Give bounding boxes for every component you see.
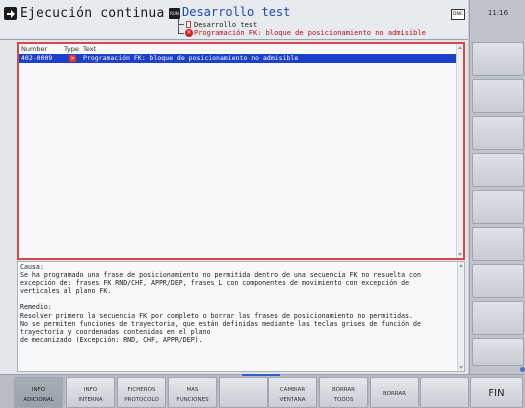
borrar-todos-softkey[interactable]: BORRAR TODOS — [319, 377, 368, 408]
detail-line: excepción de: frases FK RND/CHF, APPR/DE… — [20, 279, 410, 288]
softkey-label: BORRAR — [331, 387, 355, 393]
info-interna-softkey[interactable]: INFO INTERNA — [66, 377, 115, 408]
error-detail: Causa: Se ha programado una frase de pos… — [17, 261, 465, 372]
detail-line: No se permiten funciones de trayectoria,… — [20, 319, 421, 328]
cambiar-ventana-softkey[interactable]: CAMBIAR VENTANA — [268, 377, 317, 408]
scroll-up-icon[interactable] — [459, 264, 463, 267]
vertical-softkey-bar — [469, 40, 525, 374]
vertical-softkey-6[interactable] — [472, 227, 524, 261]
screen: Ejecución continua RUN Desarrollo test D… — [0, 0, 525, 408]
vertical-softkey-8[interactable] — [472, 301, 524, 335]
info-adicional-softkey[interactable]: INFO ADICIONAL — [14, 377, 63, 408]
softkey-label: CAMBIAR — [279, 387, 306, 393]
detail-line — [20, 295, 456, 303]
detail-line: de mecanizado (Excepción: RND, CHF, APPR… — [20, 335, 203, 344]
detail-line: Causa: — [20, 263, 44, 271]
column-number[interactable]: Number — [21, 45, 47, 53]
fin-softkey[interactable]: FIN — [470, 377, 523, 408]
clock-panel: 11:16 — [469, 0, 525, 40]
mode-title: Ejecución continua — [20, 6, 165, 21]
mas-funciones-softkey[interactable]: MAS FUNCIONES — [168, 377, 217, 408]
empty-softkey[interactable] — [420, 377, 469, 408]
ficheros-protocolo-softkey[interactable]: FICHEROS PROTOCOLO — [117, 377, 166, 408]
error-list[interactable]: Number Type Text 402-0009 × Programación… — [17, 42, 465, 260]
detail-line: verticales al plano FK. — [20, 287, 112, 296]
run-mode-icon — [4, 7, 17, 20]
softkey-label: PROTOCOLO — [124, 397, 159, 403]
breadcrumb-program: Desarrollo test — [194, 21, 258, 29]
vertical-softkey-9[interactable] — [472, 338, 524, 366]
document-icon — [186, 21, 191, 28]
error-text: Programación FK: bloque de posicionamien… — [83, 54, 299, 62]
softkey-label: TODOS — [333, 397, 354, 403]
softkey-label: FICHEROS — [127, 387, 156, 393]
vertical-softkey-3[interactable] — [472, 116, 524, 150]
empty-softkey[interactable] — [219, 377, 268, 408]
vertical-softkey-5[interactable] — [472, 190, 524, 224]
dnc-icon: DNC — [451, 9, 465, 20]
detail-line: trayectoria y coordenadas contenidas en … — [20, 327, 211, 336]
softkey-bar: INFO ADICIONAL INFO INTERNA FICHEROS PRO… — [0, 374, 525, 408]
list-header: Number Type Text — [19, 44, 455, 53]
vertical-softkey-2[interactable] — [472, 79, 524, 113]
softkey-label: FUNCIONES — [176, 397, 209, 403]
softkey-label: MAS — [186, 387, 199, 393]
list-scrollbar[interactable] — [456, 44, 463, 258]
vertical-softkey-4[interactable] — [472, 153, 524, 187]
softkey-page-indicator — [242, 374, 280, 376]
clock-time: 11:16 — [487, 9, 509, 17]
detail-line: Remedio: — [20, 303, 52, 312]
vertical-softkey-1[interactable] — [472, 42, 524, 76]
scroll-down-icon[interactable] — [459, 366, 463, 369]
page-indicator-icon — [520, 367, 525, 372]
softkey-label: VENTANA — [279, 397, 306, 403]
softkey-label: INTERNA — [78, 397, 103, 403]
header-bar: Ejecución continua RUN Desarrollo test D… — [0, 0, 468, 40]
tree-connector-icon — [178, 25, 184, 34]
softkey-label: BORRAR — [382, 391, 406, 397]
detail-line: Resolver primero la secuencia FK por com… — [20, 311, 414, 320]
column-type[interactable]: Type — [64, 45, 79, 53]
vertical-softkey-7[interactable] — [472, 264, 524, 298]
breadcrumb-error: Programación FK: bloque de posicionamien… — [194, 29, 426, 37]
softkey-label: INFO — [31, 387, 46, 393]
detail-scrollbar[interactable] — [457, 262, 464, 371]
error-number: 402-0009 — [21, 54, 53, 62]
softkey-label: ADICIONAL — [23, 397, 54, 403]
error-type-icon: × — [69, 55, 76, 62]
detail-text: Causa: Se ha programado una frase de pos… — [20, 263, 456, 344]
error-icon: × — [185, 29, 193, 37]
scroll-down-icon[interactable] — [458, 253, 462, 256]
detail-line: Se ha programado una frase de posicionam… — [20, 271, 421, 280]
list-item[interactable]: 402-0009 × Programación FK: bloque de po… — [19, 54, 456, 63]
borrar-softkey[interactable]: BORRAR — [370, 377, 419, 408]
program-run-icon: RUN — [169, 8, 180, 19]
scroll-up-icon[interactable] — [458, 46, 462, 49]
column-text[interactable]: Text — [83, 45, 96, 53]
error-window: Number Type Text 402-0009 × Programación… — [0, 40, 468, 374]
softkey-label: INFO — [83, 387, 98, 393]
program-title: Desarrollo test — [182, 5, 291, 19]
